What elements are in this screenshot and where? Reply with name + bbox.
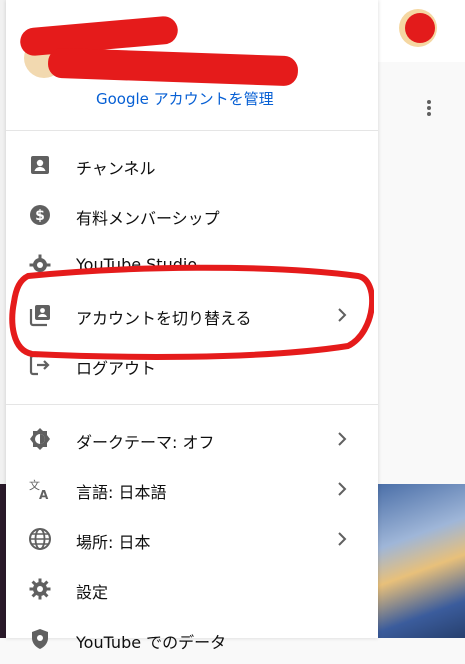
menu-item-label: 場所: 日本	[76, 533, 151, 552]
chevron-right-icon	[338, 432, 347, 446]
avatar-redaction-mark	[405, 13, 435, 43]
manage-google-account-link[interactable]: Google アカウントを管理	[96, 88, 274, 109]
account-header: Google アカウントを管理	[6, 0, 378, 131]
chevron-right-icon	[338, 308, 347, 322]
menu-item-label: ダークテーマ: オフ	[76, 433, 215, 452]
globe-icon	[29, 528, 51, 550]
menu-divider	[6, 404, 378, 405]
svg-text:$: $	[35, 208, 45, 224]
menu-item-label: YouTube でのデータ	[76, 633, 227, 652]
menu-item-dark-theme[interactable]: ダークテーマ: オフ	[6, 414, 378, 464]
menu-item-youtube-studio[interactable]: YouTube Studio	[6, 240, 378, 290]
page-background-right	[378, 62, 465, 484]
logout-icon	[29, 354, 50, 376]
redaction-mark-email	[47, 47, 299, 87]
chevron-right-icon	[338, 482, 347, 496]
switch-account-icon	[29, 305, 50, 327]
menu-item-your-data[interactable]: YouTube でのデータ	[6, 614, 378, 664]
menu-item-label: アカウントを切り替える	[76, 309, 252, 328]
menu-item-label: チャンネル	[76, 159, 156, 178]
gear-icon	[29, 254, 51, 276]
shield-icon	[32, 629, 48, 649]
menu-item-location[interactable]: 場所: 日本	[6, 514, 378, 564]
menu-item-switch-account[interactable]: アカウントを切り替える	[6, 290, 378, 340]
menu-item-settings[interactable]: 設定	[6, 564, 378, 614]
account-menu: Google アカウントを管理 チャンネル $ 有料メンバーシップ YouTub…	[6, 0, 378, 652]
menu-item-logout[interactable]: ログアウト	[6, 340, 378, 390]
menu-item-language[interactable]: 文 A 言語: 日本語	[6, 464, 378, 514]
settings-icon	[29, 578, 51, 600]
dark-theme-icon	[30, 428, 50, 450]
video-thumbnail-right[interactable]	[378, 484, 465, 638]
svg-text:A: A	[39, 488, 49, 501]
menu-item-label: ログアウト	[76, 359, 157, 378]
menu-item-label: 言語: 日本語	[76, 483, 167, 502]
dollar-circle-icon: $	[30, 205, 50, 225]
person-box-icon	[31, 156, 49, 174]
menu-item-paid-memberships[interactable]: $ 有料メンバーシップ	[6, 190, 378, 240]
menu-item-label: 設定	[76, 583, 109, 602]
chevron-right-icon	[338, 532, 347, 546]
menu-item-label: 有料メンバーシップ	[76, 209, 220, 228]
menu-item-label: YouTube Studio	[76, 255, 198, 274]
more-vert-icon[interactable]	[424, 98, 434, 122]
menu-item-channel[interactable]: チャンネル	[6, 140, 378, 190]
translate-icon: 文 A	[29, 478, 49, 501]
